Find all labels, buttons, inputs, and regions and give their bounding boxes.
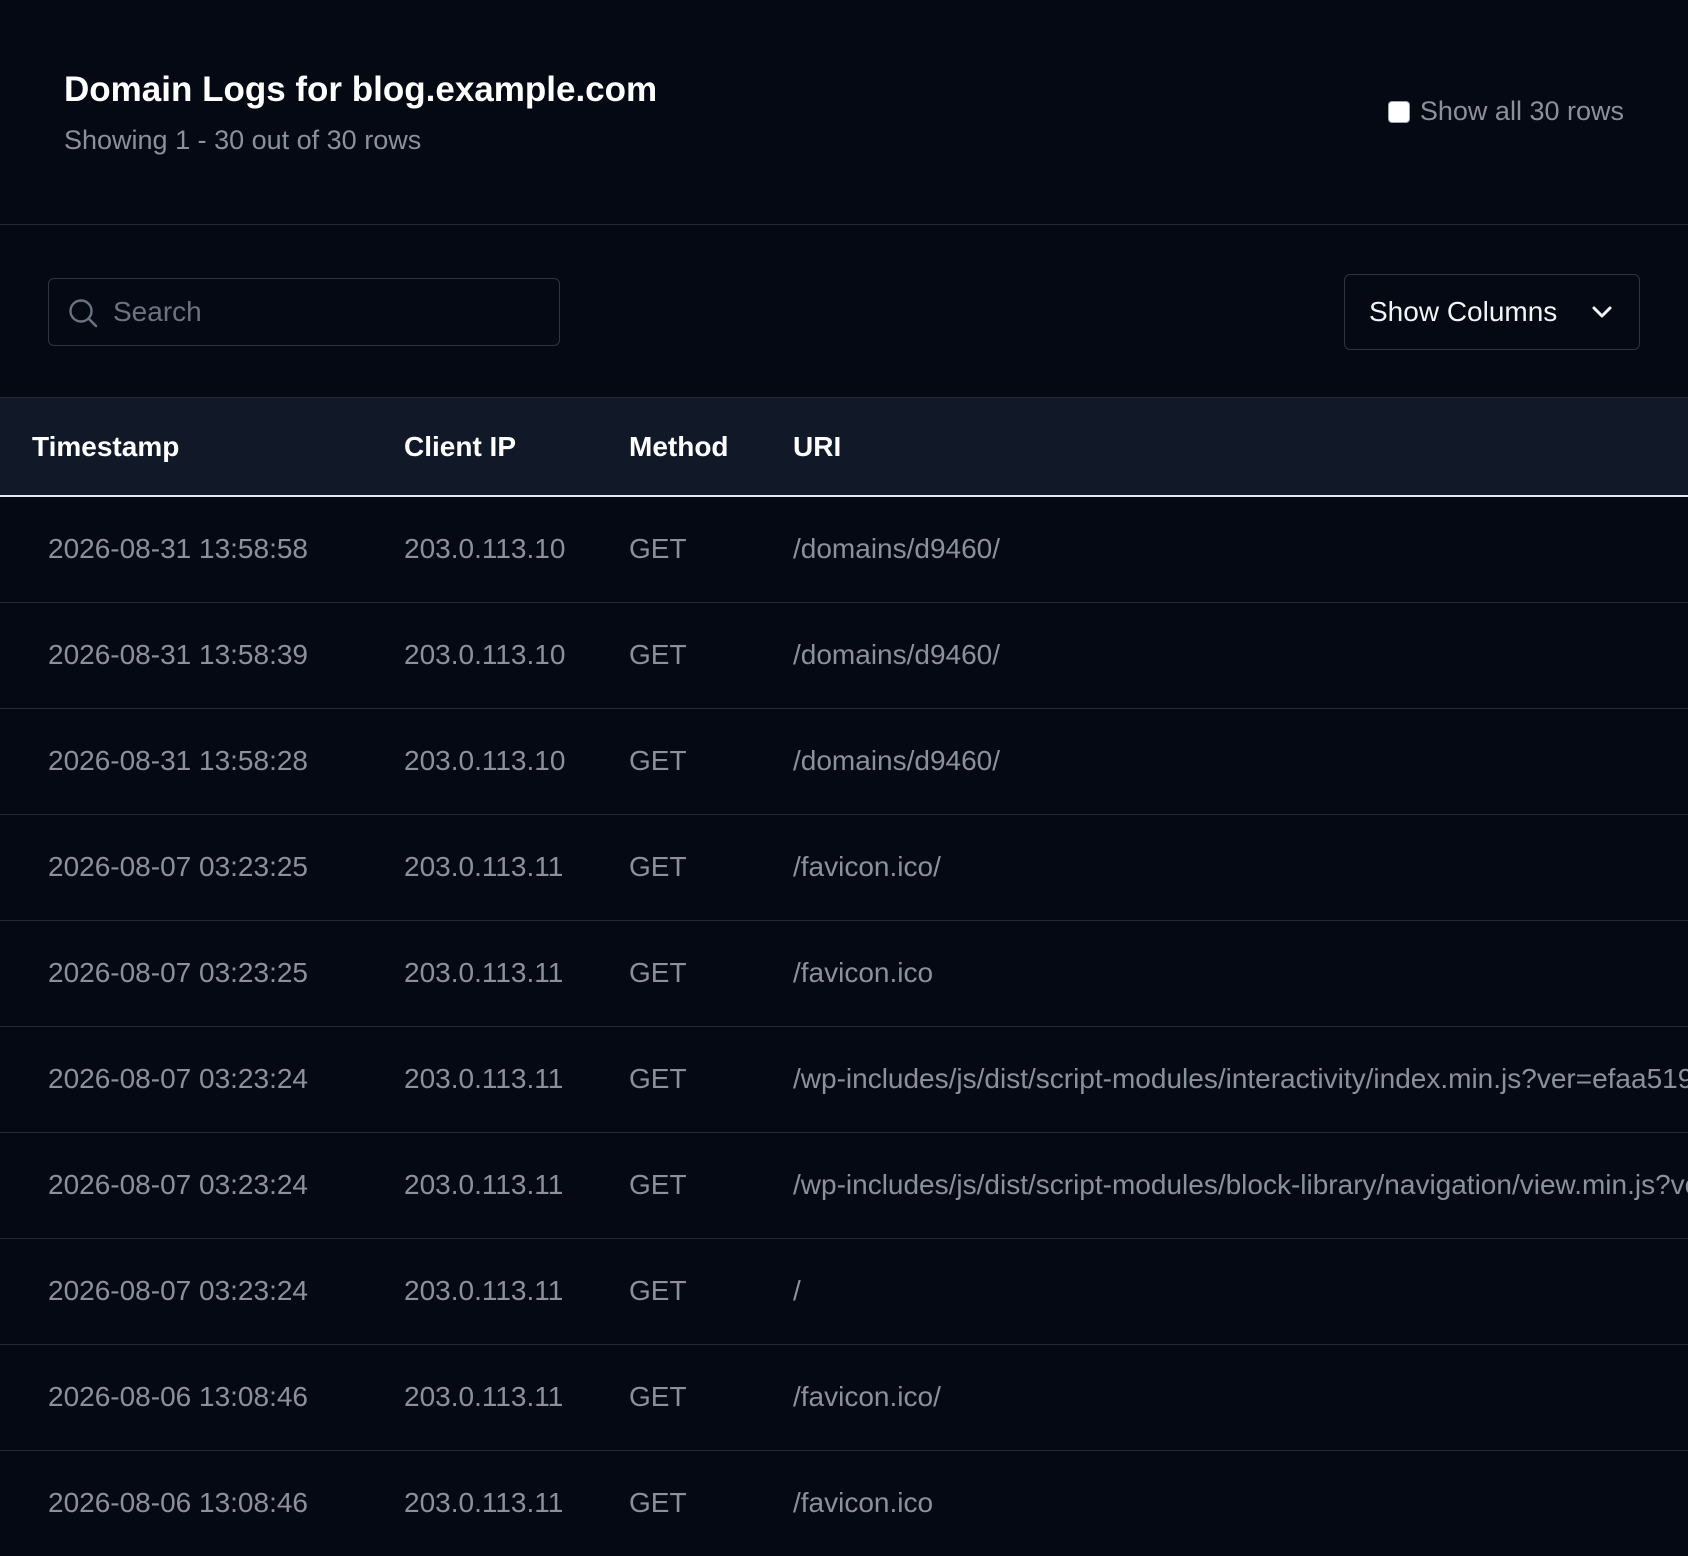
- table-row[interactable]: 2026-08-07 03:23:25 203.0.113.11 GET /fa…: [0, 920, 1688, 1026]
- cell-method: GET: [629, 1063, 687, 1094]
- table-row[interactable]: 2026-08-07 03:23:25 203.0.113.11 GET /fa…: [0, 814, 1688, 920]
- table-row[interactable]: 2026-08-31 13:58:58 203.0.113.10 GET /do…: [0, 496, 1688, 602]
- column-header-uri[interactable]: URI: [793, 398, 1688, 497]
- cell-method: GET: [629, 957, 687, 988]
- column-header-client-ip[interactable]: Client IP: [404, 398, 629, 497]
- table-row[interactable]: 2026-08-07 03:23:24 203.0.113.11 GET /wp…: [0, 1132, 1688, 1238]
- cell-timestamp: 2026-08-31 13:58:39: [48, 639, 308, 670]
- row-count-subtitle: Showing 1 - 30 out of 30 rows: [64, 125, 422, 155]
- cell-method: GET: [629, 1169, 687, 1200]
- cell-uri: /domains/d9460/: [793, 745, 1001, 776]
- cell-client-ip: 203.0.113.11: [404, 851, 564, 882]
- show-all-checkbox[interactable]: [1387, 100, 1410, 123]
- cell-uri: /favicon.ico/: [793, 851, 941, 882]
- table-row[interactable]: 2026-08-31 13:58:28 203.0.113.10 GET /do…: [0, 708, 1688, 814]
- logs-table: Timestamp Client IP Method URI 2026-08-3…: [0, 398, 1688, 1556]
- cell-timestamp: 2026-08-06 13:08:46: [48, 1381, 308, 1412]
- cell-timestamp: 2026-08-06 13:08:46: [48, 1487, 308, 1518]
- column-header-method[interactable]: Method: [629, 398, 793, 497]
- cell-method: GET: [629, 1381, 687, 1412]
- cell-timestamp: 2026-08-31 13:58:58: [48, 533, 308, 565]
- search-box[interactable]: [48, 278, 560, 346]
- cell-client-ip: 203.0.113.11: [404, 1275, 564, 1306]
- table-row[interactable]: 2026-08-07 03:23:24 203.0.113.11 GET /: [0, 1238, 1688, 1344]
- cell-client-ip: 203.0.113.11: [404, 957, 564, 988]
- show-columns-button[interactable]: Show Columns: [1344, 274, 1640, 350]
- cell-uri: /: [793, 1275, 801, 1306]
- cell-timestamp: 2026-08-07 03:23:24: [48, 1275, 308, 1306]
- search-input[interactable]: [113, 279, 543, 345]
- cell-uri: /domains/d9460/: [793, 639, 1001, 670]
- table-row[interactable]: 2026-08-31 13:58:39 203.0.113.10 GET /do…: [0, 602, 1688, 708]
- cell-client-ip: 203.0.113.11: [404, 1169, 564, 1200]
- cell-uri: /wp-includes/js/dist/script-modules/inte…: [793, 1063, 1688, 1094]
- domain-logs-page: Domain Logs for blog.example.com Showing…: [0, 0, 1688, 1556]
- page-title: Domain Logs for blog.example.com: [64, 70, 658, 109]
- table-row[interactable]: 2026-08-07 03:23:24 203.0.113.11 GET /wp…: [0, 1026, 1688, 1132]
- chevron-down-icon: [1592, 306, 1612, 318]
- table-header: Timestamp Client IP Method URI: [0, 398, 1688, 497]
- cell-method: GET: [629, 851, 687, 882]
- cell-uri: /favicon.ico/: [793, 1381, 941, 1412]
- cell-method: GET: [629, 1275, 687, 1306]
- page-header: Domain Logs for blog.example.com Showing…: [0, 0, 1688, 225]
- table-row[interactable]: 2026-08-06 13:08:46 203.0.113.11 GET /fa…: [0, 1450, 1688, 1556]
- cell-method: GET: [629, 745, 687, 776]
- cell-timestamp: 2026-08-07 03:23:25: [48, 851, 308, 882]
- cell-timestamp: 2026-08-07 03:23:24: [48, 1063, 308, 1094]
- table-row[interactable]: 2026-08-06 13:08:46 203.0.113.11 GET /fa…: [0, 1344, 1688, 1450]
- cell-method: GET: [629, 533, 687, 565]
- column-header-timestamp[interactable]: Timestamp: [0, 398, 404, 497]
- cell-uri: /wp-includes/js/dist/script-modules/bloc…: [793, 1169, 1688, 1200]
- cell-timestamp: 2026-08-07 03:23:24: [48, 1169, 308, 1200]
- cell-client-ip: 203.0.113.10: [404, 639, 566, 670]
- cell-uri: /favicon.ico: [793, 1487, 934, 1518]
- table-body: 2026-08-31 13:58:58 203.0.113.10 GET /do…: [0, 496, 1688, 1556]
- show-columns-label: Show Columns: [1369, 296, 1558, 327]
- cell-method: GET: [629, 639, 687, 670]
- cell-uri: /favicon.ico: [793, 957, 934, 988]
- search-icon: [69, 299, 98, 328]
- cell-method: GET: [629, 1487, 687, 1518]
- cell-client-ip: 203.0.113.11: [404, 1487, 564, 1518]
- cell-client-ip: 203.0.113.10: [404, 745, 566, 776]
- cell-client-ip: 203.0.113.11: [404, 1381, 564, 1412]
- show-all-rows-toggle[interactable]: Show all 30 rows: [1387, 96, 1624, 127]
- logs-table-container: Timestamp Client IP Method URI 2026-08-3…: [0, 398, 1688, 1556]
- cell-uri: /domains/d9460/: [793, 533, 1001, 565]
- table-toolbar: Show Columns: [0, 226, 1688, 398]
- cell-client-ip: 203.0.113.10: [404, 533, 566, 565]
- cell-timestamp: 2026-08-31 13:58:28: [48, 745, 308, 776]
- table-header-row: Timestamp Client IP Method URI: [0, 398, 1688, 497]
- cell-timestamp: 2026-08-07 03:23:25: [48, 957, 308, 988]
- cell-client-ip: 203.0.113.11: [404, 1063, 564, 1094]
- show-all-label: Show all 30 rows: [1419, 96, 1624, 126]
